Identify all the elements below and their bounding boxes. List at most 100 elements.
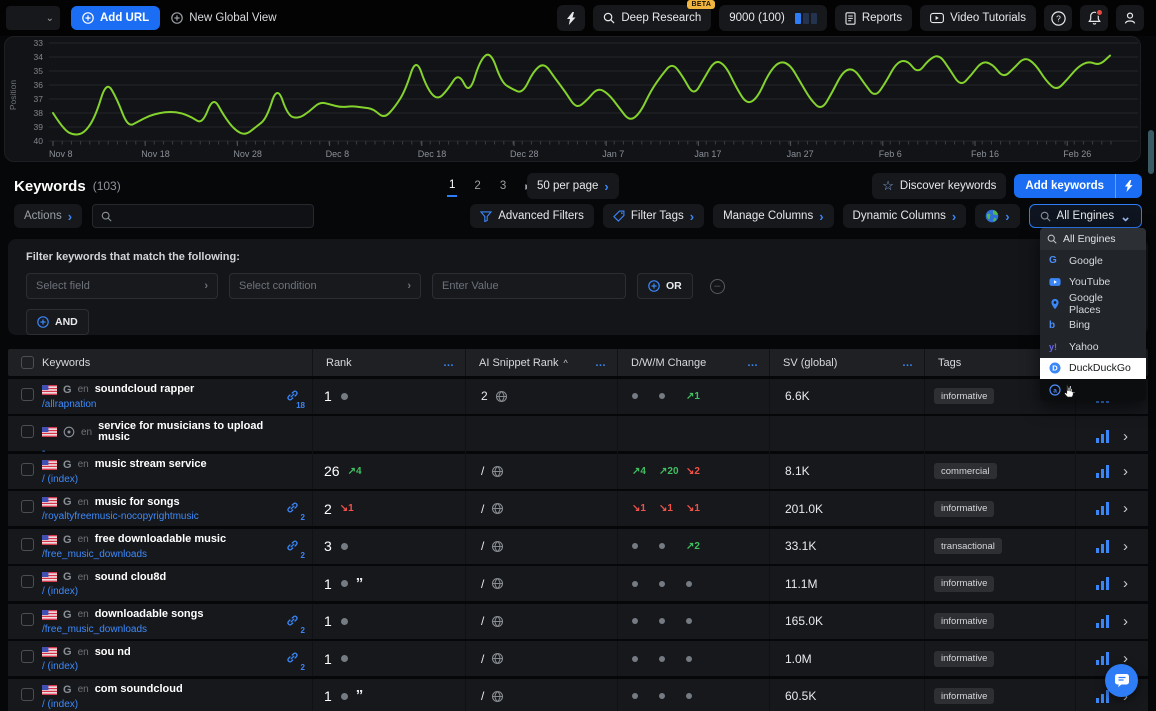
region-selector-button[interactable]: › [975, 204, 1020, 228]
keywords-table: Keywords Rank… AI Snippet Rank ^… D/W/M Chan… [8, 349, 1148, 711]
ai-snippet-rank-cell: / [465, 678, 617, 711]
keyword-url-link[interactable]: / (index) [42, 661, 78, 672]
filter-tags-button[interactable]: Filter Tags › [602, 204, 705, 228]
deep-research-button[interactable]: Deep Research BETA [593, 0, 716, 31]
credits-indicator[interactable]: 9000 (100) [719, 5, 827, 31]
row-checkbox[interactable] [21, 575, 34, 588]
engine-option-yahoo[interactable]: y! Yahoo [1040, 336, 1146, 358]
google-engine-icon: G [63, 608, 72, 621]
discover-keywords-button[interactable]: ☆ Discover keywords [872, 173, 1007, 199]
keyword-url-link[interactable]: / (index) [42, 474, 78, 485]
chart-bars-icon[interactable] [1096, 614, 1110, 628]
expand-row-icon[interactable]: › [1123, 576, 1128, 591]
row-checkbox[interactable] [21, 387, 34, 401]
scrollbar-thumb[interactable] [1148, 130, 1154, 174]
add-url-button[interactable]: Add URL [71, 6, 161, 30]
select-condition-dropdown[interactable]: Select condition › [229, 273, 421, 299]
linked-url-icon[interactable]: 18 [286, 389, 305, 410]
notifications-button[interactable] [1080, 5, 1108, 31]
no-change-dot [659, 618, 686, 624]
keyword-cell: Gen com soundcloud / (index) [8, 679, 312, 711]
linked-url-icon[interactable]: 2 [286, 501, 305, 522]
select-field-dropdown[interactable]: Select field › [26, 273, 218, 299]
reports-button[interactable]: Reports [834, 5, 913, 31]
remove-condition-icon[interactable]: – [709, 278, 725, 294]
chart-bars-icon[interactable] [1096, 539, 1110, 553]
dynamic-columns-button[interactable]: Dynamic Columns › [842, 204, 967, 228]
engine-option-bing[interactable]: b Bing [1040, 315, 1146, 337]
actions-button[interactable]: Actions › [14, 204, 83, 228]
keyword-url-link[interactable]: /free_music_downloads [42, 549, 147, 560]
engine-option-youtube[interactable]: YouTube [1040, 272, 1146, 294]
keyword-url-link[interactable]: / (index) [42, 699, 78, 710]
linked-url-icon[interactable]: 2 [286, 614, 305, 635]
help-button[interactable]: ? [1044, 5, 1072, 31]
intent-tag: informative [934, 613, 995, 629]
expand-row-icon[interactable]: › [1123, 464, 1128, 479]
per-page-select[interactable]: 50 per page › [527, 173, 619, 199]
engine-option-duckduckgo[interactable]: D DuckDuckGo [1040, 357, 1146, 379]
keyword-text: music stream service [94, 458, 207, 470]
row-checkbox[interactable] [21, 537, 34, 551]
linked-url-icon[interactable]: 2 [286, 539, 305, 560]
keyword-url-link[interactable]: / (index) [42, 586, 78, 597]
rank-status-dot [340, 542, 348, 550]
and-button[interactable]: AND [26, 309, 89, 335]
manage-columns-button[interactable]: Manage Columns › [713, 204, 834, 228]
keyword-url-link[interactable]: /royaltyfreemusic-nocopyrightmusic [42, 511, 199, 522]
row-checkbox[interactable] [21, 500, 34, 513]
page-1-button[interactable]: 1 [447, 175, 458, 197]
add-keywords-ai-button[interactable] [1115, 174, 1142, 198]
keyword-url-link[interactable]: /allrapnation [42, 399, 96, 410]
advanced-filters-button[interactable]: Advanced Filters [470, 204, 594, 228]
engine-option-l[interactable]: aL [1040, 379, 1146, 401]
chat-launcher-button[interactable] [1105, 664, 1138, 697]
expand-row-icon[interactable]: › [1123, 429, 1128, 444]
filter-value-input[interactable] [432, 273, 626, 299]
keyword-search-input[interactable] [92, 204, 315, 228]
row-checkbox[interactable] [21, 650, 34, 663]
column-menu-icon[interactable]: … [595, 357, 607, 369]
x-tick-label: Dec 18 [418, 149, 447, 159]
select-all-checkbox[interactable] [21, 356, 34, 369]
page-3-button[interactable]: 3 [498, 176, 508, 196]
page-2-button[interactable]: 2 [472, 176, 482, 196]
quick-actions-button[interactable] [557, 5, 586, 31]
add-keywords-button[interactable]: Add keywords [1014, 174, 1115, 198]
all-engines-button[interactable]: All Engines ⌄ [1028, 204, 1142, 228]
engines-search-input[interactable]: All Engines [1040, 228, 1146, 250]
keyword-url-link[interactable]: /free_music_downloads [42, 624, 147, 635]
column-menu-icon[interactable]: … [747, 357, 759, 369]
account-button[interactable] [1116, 5, 1144, 31]
lightning-icon [566, 11, 576, 25]
chart-bars-icon[interactable] [1096, 430, 1110, 443]
new-global-view-button[interactable]: New Global View [171, 12, 277, 24]
no-change-dot [686, 655, 713, 662]
row-checkbox[interactable] [21, 462, 34, 476]
linked-url-icon[interactable]: 2 [286, 651, 305, 672]
project-selector[interactable]: ⌄ [6, 6, 60, 30]
serp-feature-icon [492, 502, 504, 515]
engine-option-google[interactable]: G Google [1040, 250, 1146, 272]
or-button[interactable]: OR [637, 273, 693, 299]
column-header-keywords: Keywords [8, 349, 312, 376]
engine-option-google-places[interactable]: Google Places [1040, 292, 1146, 316]
chart-bars-icon[interactable] [1096, 464, 1110, 478]
chart-bars-icon[interactable] [1096, 502, 1110, 515]
chart-bars-icon[interactable] [1096, 652, 1110, 665]
column-menu-icon[interactable]: … [443, 357, 455, 369]
row-checkbox[interactable] [21, 612, 34, 626]
video-tutorials-button[interactable]: Video Tutorials [920, 5, 1036, 31]
chart-bars-icon[interactable] [1096, 577, 1110, 590]
duckduckgo-icon: D [1049, 362, 1061, 374]
expand-row-icon[interactable]: › [1123, 614, 1128, 629]
sv-cell: 11.1M [769, 566, 924, 601]
expand-row-icon[interactable]: › [1123, 501, 1128, 516]
column-menu-icon[interactable]: … [902, 357, 914, 369]
keywords-toolbar: Actions › Advanced Filters Filter Tags ›… [0, 204, 1156, 228]
row-checkbox[interactable] [21, 425, 34, 438]
chart-bars-icon[interactable] [1096, 689, 1110, 703]
row-checkbox[interactable] [21, 687, 34, 701]
expand-row-icon[interactable]: › [1123, 539, 1128, 554]
search-volume-value: 8.1K [785, 464, 810, 478]
